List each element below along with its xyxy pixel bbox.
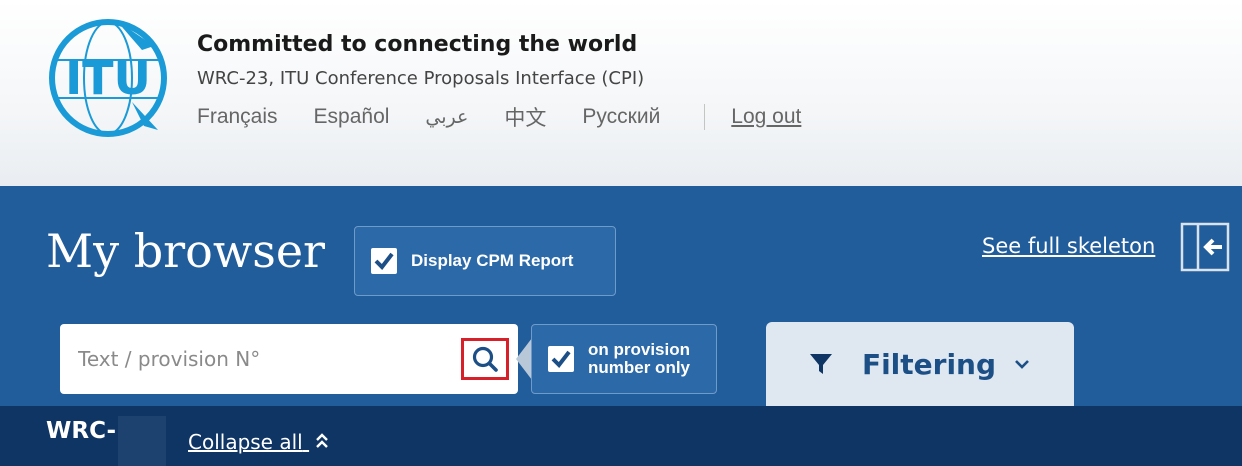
logout-link[interactable]: Log out	[731, 105, 801, 129]
filter-funnel-icon	[809, 354, 832, 374]
provision-number-only-label: on provision number only	[588, 341, 690, 377]
lang-chinese[interactable]: 中文	[504, 102, 546, 132]
browser-panel: My browser Display CPM Report See full s…	[0, 186, 1242, 406]
checkbox-checked-icon[interactable]	[548, 346, 574, 372]
collapse-all-link[interactable]: Collapse all	[188, 430, 329, 454]
chevron-down-icon	[1015, 360, 1029, 369]
checkbox-checked-icon[interactable]	[371, 248, 397, 274]
provision-number-only-toggle[interactable]: on provision number only	[531, 324, 717, 394]
search-button[interactable]	[461, 338, 509, 380]
site-subtitle: WRC-23, ITU Conference Proposals Interfa…	[197, 68, 645, 89]
provision-label-line2: number only	[588, 358, 691, 377]
provision-label-line1: on provision	[588, 340, 690, 359]
site-header: ITU Committed to connecting the world WR…	[0, 0, 1242, 186]
search-icon	[472, 346, 498, 372]
lang-spanish[interactable]: Español	[314, 105, 390, 129]
language-divider	[704, 104, 706, 130]
tagline: Committed to connecting the world	[197, 32, 638, 57]
collapse-all-label: Collapse all	[188, 430, 303, 454]
display-cpm-report-label: Display CPM Report	[411, 251, 574, 270]
double-chevron-up-icon	[316, 433, 328, 448]
see-full-skeleton-link[interactable]: See full skeleton	[982, 234, 1155, 258]
sidebar-collapse-icon[interactable]	[1180, 222, 1230, 272]
lang-french[interactable]: Français	[197, 105, 278, 129]
page-title: My browser	[46, 224, 326, 278]
search-box	[60, 324, 578, 394]
lang-arabic[interactable]: عربي	[425, 106, 468, 129]
display-cpm-report-toggle[interactable]: Display CPM Report	[354, 226, 616, 296]
lang-russian[interactable]: Русский	[582, 105, 660, 129]
tree-header-bar: WRC- Collapse all	[0, 406, 1242, 466]
filtering-label: Filtering	[861, 347, 997, 381]
language-bar: Français Español عربي 中文 Русский Log out	[197, 103, 801, 131]
itu-logo-icon[interactable]: ITU	[46, 14, 170, 138]
logo-text: ITU	[65, 51, 151, 105]
wrc-number-placeholder	[118, 416, 166, 466]
search-input[interactable]	[60, 324, 396, 394]
filtering-tab[interactable]: Filtering	[766, 322, 1074, 406]
wrc-label: WRC-	[46, 418, 117, 444]
